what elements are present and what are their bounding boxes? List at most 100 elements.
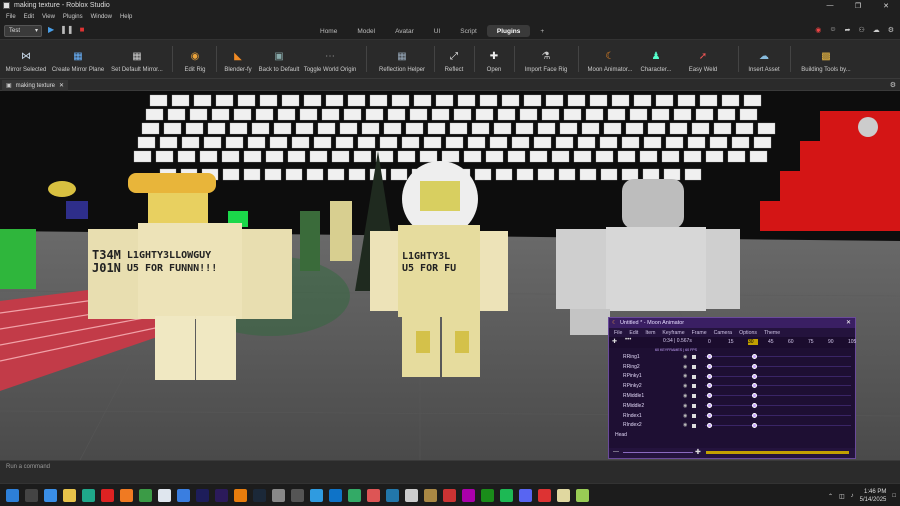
track-row[interactable]: RIndex1 ◉ — [609, 411, 855, 421]
zoom-slider[interactable] — [623, 452, 693, 453]
keyframe-marker[interactable] — [752, 402, 757, 408]
command-input[interactable]: Run a command — [6, 464, 50, 470]
track-row[interactable]: RMiddle1 ◉ — [609, 391, 855, 401]
play-icon[interactable]: ▶ — [48, 25, 54, 34]
moon-menu-file[interactable]: File — [614, 330, 622, 336]
tab-home[interactable]: Home — [310, 25, 347, 37]
stop-icon[interactable]: ■ — [80, 25, 85, 34]
keyframe-marker[interactable] — [707, 383, 712, 389]
share-icon[interactable]: ➦ — [845, 26, 851, 34]
app-icon[interactable] — [386, 489, 399, 502]
windows-start-icon[interactable] — [6, 489, 19, 502]
keyframe-marker[interactable] — [707, 393, 712, 399]
vscode-icon[interactable] — [329, 489, 342, 502]
easy-weld-button[interactable]: ➚ Easy Weld — [676, 40, 730, 79]
track-row[interactable]: RPinky1 ◉ — [609, 372, 855, 382]
moon-animator-titlebar[interactable]: ☾ Untitled * - Moon Animator ✕ — [609, 318, 855, 328]
keyframe-marker[interactable] — [752, 363, 757, 369]
users-icon[interactable]: ⚇ — [858, 26, 864, 34]
minimize-button[interactable]: — — [816, 0, 844, 11]
eye-icon[interactable]: ◉ — [683, 383, 687, 389]
moon-menu-keyframe[interactable]: Keyframe — [662, 330, 684, 336]
character-button[interactable]: ♟ Character... — [638, 40, 674, 79]
app-icon[interactable] — [576, 489, 589, 502]
keyframe-marker[interactable] — [707, 402, 712, 408]
moon-menu-edit[interactable]: Edit — [629, 330, 638, 336]
moon-menu-camera[interactable]: Camera — [714, 330, 732, 336]
command-bar[interactable]: Run a command — [0, 460, 900, 473]
task-view-icon[interactable] — [25, 489, 38, 502]
viewport-settings-icon[interactable]: ⚙ — [890, 81, 896, 89]
settings-icon[interactable]: ⚙ — [888, 26, 894, 34]
eye-icon[interactable]: ◉ — [683, 403, 687, 409]
keyframe-marker[interactable] — [752, 393, 757, 399]
blender-icon[interactable] — [234, 489, 247, 502]
menu-view[interactable]: View — [42, 14, 55, 20]
test-mode-select[interactable]: Test ▾ — [4, 25, 42, 37]
paint-icon[interactable] — [310, 489, 323, 502]
volume-icon[interactable]: ♪ — [851, 493, 854, 499]
opera-icon[interactable] — [101, 489, 114, 502]
eye-icon[interactable]: ◉ — [683, 354, 687, 360]
keyframe-marker[interactable] — [707, 412, 712, 418]
add-icon[interactable]: ✚ — [612, 338, 617, 345]
reflect-button[interactable]: ⤢ Reflect — [440, 40, 468, 79]
animate-icon[interactable] — [196, 489, 209, 502]
set-default-mirror-button[interactable]: ▦ Set Default Mirror... — [108, 40, 166, 79]
track-row[interactable]: RIndex2 ◉ — [609, 421, 855, 431]
keyframe-marker[interactable] — [752, 354, 757, 359]
track-row[interactable]: RPinky2 ◉ — [609, 381, 855, 391]
mail-icon[interactable] — [44, 489, 57, 502]
keyframe-marker[interactable] — [707, 373, 712, 379]
moon-menu-item[interactable]: Item — [645, 330, 655, 336]
edit-rig-button[interactable]: ◉ Edit Rig — [180, 40, 210, 79]
moon-animator-window[interactable]: ☾ Untitled * - Moon Animator ✕ File Edit… — [608, 317, 856, 459]
reflection-helper-button[interactable]: ▦ Reflection Helper — [374, 40, 430, 79]
network-icon[interactable]: ◫ — [839, 493, 845, 500]
app-icon[interactable] — [291, 489, 304, 502]
team-icon[interactable]: ☺ — [829, 26, 836, 34]
moon-menu-theme[interactable]: Theme — [764, 330, 780, 336]
discord-icon[interactable] — [519, 489, 532, 502]
3d-viewport[interactable]: T34M L1GHTY3LLOWGUY J01N U5 FOR FUNNN!!!… — [0, 91, 900, 460]
app-icon[interactable] — [348, 489, 361, 502]
notification-icon[interactable]: □ — [892, 493, 896, 499]
eye-icon[interactable]: ◉ — [683, 422, 687, 428]
app-icon[interactable] — [272, 489, 285, 502]
close-icon[interactable]: ✕ — [846, 319, 851, 326]
spotify-icon[interactable] — [500, 489, 513, 502]
moon-menu-frame[interactable]: Frame — [692, 330, 707, 336]
maximize-button[interactable]: ❐ — [844, 0, 872, 11]
moon-animator-button[interactable]: ☾ Moon Animator... — [584, 40, 636, 79]
zoom-in-icon[interactable]: ✚ — [695, 448, 701, 456]
close-button[interactable]: ✕ — [872, 0, 900, 11]
create-mirror-plane-button[interactable]: ▦ Create Mirror Plane — [50, 40, 106, 79]
pause-icon[interactable]: ❚❚ — [60, 25, 73, 34]
app-icon[interactable] — [367, 489, 380, 502]
steam-icon[interactable] — [253, 489, 266, 502]
file-explorer-icon[interactable] — [63, 489, 76, 502]
roblox-studio-icon[interactable] — [177, 489, 190, 502]
building-tools-button[interactable]: ▩ Building Tools by... — [796, 40, 856, 79]
keyframe-marker[interactable] — [707, 354, 712, 359]
menu-edit[interactable]: Edit — [24, 14, 34, 20]
chevron-up-icon[interactable]: ⌃ — [828, 493, 833, 500]
xbox-icon[interactable] — [481, 489, 494, 502]
record-icon[interactable]: ◉ — [815, 26, 821, 34]
app-icon[interactable] — [405, 489, 418, 502]
app-icon[interactable] — [557, 489, 570, 502]
close-icon[interactable]: ✕ — [59, 82, 64, 89]
chrome-icon[interactable] — [139, 489, 152, 502]
open-button[interactable]: ✚ Open — [480, 40, 508, 79]
tab-plugins[interactable]: Plugins — [486, 25, 531, 37]
eye-icon[interactable]: ◉ — [683, 413, 687, 419]
cloud-icon[interactable]: ☁ — [873, 26, 880, 34]
app-icon[interactable] — [462, 489, 475, 502]
edge-icon[interactable] — [82, 489, 95, 502]
tab-script[interactable]: Script — [450, 25, 487, 37]
back-to-default-button[interactable]: ▣ Back to Default — [256, 40, 302, 79]
premiere-icon[interactable] — [215, 489, 228, 502]
app-icon[interactable] — [424, 489, 437, 502]
moon-menu-options[interactable]: Options — [739, 330, 757, 336]
clock[interactable]: 1:46 PM 5/14/2025 — [860, 488, 887, 504]
